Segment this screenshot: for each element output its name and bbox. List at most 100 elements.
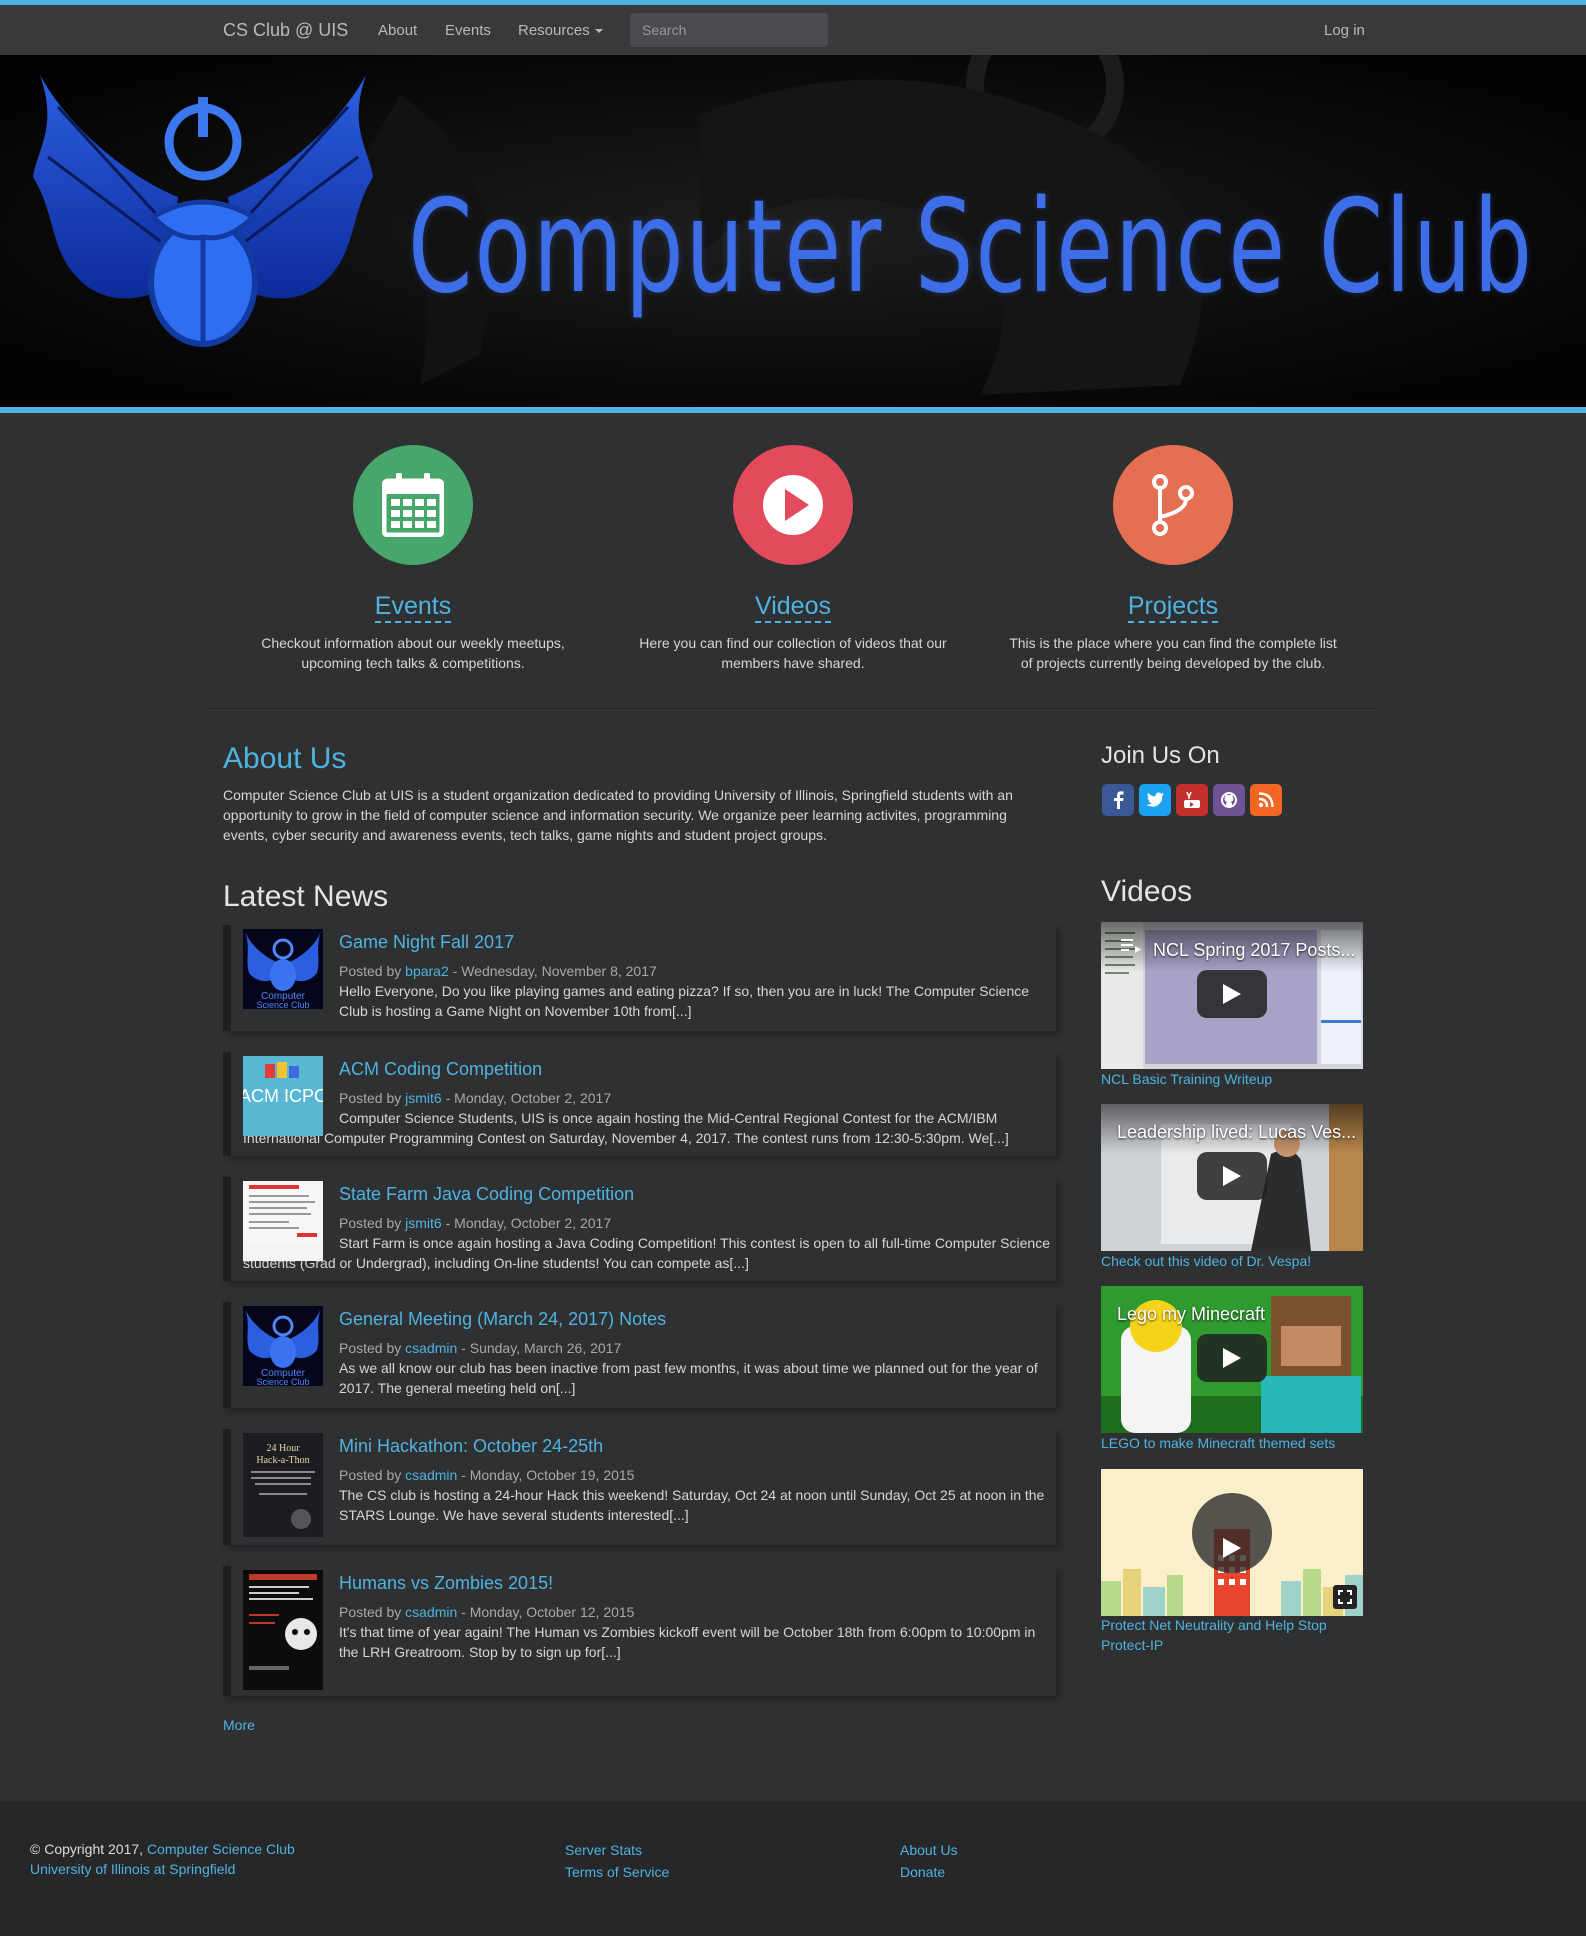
feature-events-desc: Checkout information about our weekly me…	[261, 635, 565, 671]
author-link[interactable]: jsmit6	[405, 1090, 442, 1106]
thumb-label: 24 Hour	[266, 1443, 300, 1454]
video-embed[interactable]	[1101, 1469, 1363, 1616]
news-title-link[interactable]: Humans vs Zombies 2015!	[339, 1572, 1056, 1594]
header-banner: Computer Science Club	[0, 55, 1586, 407]
news-thumbnail[interactable]: ACM ICPC	[243, 1056, 323, 1136]
thumb-label: Science Club	[256, 1377, 309, 1386]
author-link[interactable]: csadmin	[405, 1340, 457, 1356]
banner-title: Computer Science Club	[408, 173, 1535, 322]
news-excerpt: As we all know our club has been inactiv…	[339, 1360, 1038, 1396]
rss-icon[interactable]	[1250, 784, 1282, 816]
videos-title: Videos	[1101, 875, 1193, 908]
feature-videos-desc: Here you can find our collection of vide…	[639, 635, 947, 671]
nav-resources[interactable]: Resources	[518, 22, 603, 39]
facebook-icon[interactable]	[1102, 784, 1134, 816]
news-item: 24 Hour Hack-a-Thon Mini Hackathon: Octo…	[223, 1429, 1056, 1545]
about-text: Computer Science Club at UIS is a studen…	[223, 787, 1013, 843]
video-caption-link[interactable]: Protect Net Neutrality and Help Stop Pro…	[1101, 1615, 1363, 1655]
zombie-poster-icon	[243, 1570, 323, 1690]
feature-events: Events Checkout information about our we…	[243, 445, 583, 673]
brand-link[interactable]: CS Club @ UIS	[223, 20, 348, 41]
author-link[interactable]: bpara2	[405, 963, 449, 979]
author-link[interactable]: jsmit6	[405, 1215, 442, 1231]
post-date: - Monday, October 2, 2017	[441, 1090, 612, 1106]
news-thumbnail[interactable]: Computer Science Club	[243, 1306, 323, 1386]
search-input[interactable]	[630, 13, 828, 47]
footer-club-link[interactable]: Computer Science Club	[147, 1841, 295, 1857]
nav-resources-label: Resources	[518, 22, 590, 39]
section-divider	[208, 708, 1378, 710]
author-link[interactable]: csadmin	[405, 1467, 457, 1483]
feature-videos: Videos Here you can find our collection …	[623, 445, 963, 673]
more-news-link[interactable]: More	[223, 1717, 255, 1733]
feature-videos-circle[interactable]	[733, 445, 853, 565]
news-title-link[interactable]: General Meeting (March 24, 2017) Notes	[339, 1308, 1056, 1330]
hackathon-poster-icon: 24 Hour Hack-a-Thon	[243, 1433, 323, 1537]
branch-icon	[1152, 474, 1194, 536]
video-embed[interactable]: Lego my Minecraft	[1101, 1286, 1363, 1433]
news-title-link[interactable]: Mini Hackathon: October 24-25th	[339, 1435, 1056, 1457]
feature-projects-title[interactable]: Projects	[1127, 591, 1219, 623]
play-button[interactable]	[1197, 970, 1267, 1018]
login-link[interactable]: Log in	[1324, 22, 1365, 39]
news-thumbnail[interactable]: 24 Hour Hack-a-Thon	[243, 1433, 323, 1537]
nav-about[interactable]: About	[378, 22, 417, 39]
terms-link[interactable]: Terms of Service	[565, 1864, 669, 1880]
news-thumbnail[interactable]	[243, 1181, 323, 1261]
thumb-label: Science Club	[256, 1000, 309, 1009]
news-excerpt: Hello Everyone, Do you like playing game…	[339, 983, 1030, 1019]
feature-events-circle[interactable]	[353, 445, 473, 565]
news-title-link[interactable]: State Farm Java Coding Competition	[339, 1183, 1056, 1205]
news-excerpt: It's that time of year again! The Human …	[339, 1624, 1036, 1660]
github-icon[interactable]	[1213, 784, 1245, 816]
posted-by-label: Posted by	[339, 963, 402, 979]
play-icon	[1223, 1166, 1241, 1186]
play-button[interactable]	[1197, 1334, 1267, 1382]
feature-events-title[interactable]: Events	[374, 591, 452, 623]
post-date: - Monday, October 12, 2015	[457, 1604, 635, 1620]
news-item: State Farm Java Coding Competition Poste…	[223, 1177, 1056, 1281]
post-date: - Sunday, March 26, 2017	[457, 1340, 622, 1356]
feature-projects: Projects This is the place where you can…	[1003, 445, 1343, 673]
author-link[interactable]: csadmin	[405, 1604, 457, 1620]
footer-university-link[interactable]: University of Illinois at Springfield	[30, 1861, 235, 1877]
posted-by-label: Posted by	[339, 1090, 402, 1106]
video-title: Lego my Minecraft	[1117, 1304, 1266, 1324]
twitter-icon[interactable]	[1139, 784, 1171, 816]
video-embed[interactable]: Leadership lived: Lucas Ves...	[1101, 1104, 1363, 1251]
post-date: - Wednesday, November 8, 2017	[448, 963, 657, 979]
play-button[interactable]	[1211, 1527, 1253, 1569]
play-icon	[1223, 1348, 1241, 1368]
play-button[interactable]	[1197, 1152, 1267, 1200]
youtube-icon[interactable]	[1176, 784, 1208, 816]
posted-by-label: Posted by	[339, 1215, 402, 1231]
video-caption-link[interactable]: LEGO to make Minecraft themed sets	[1101, 1433, 1363, 1453]
calendar-icon	[382, 473, 444, 537]
posted-by-label: Posted by	[339, 1340, 402, 1356]
video-caption-link[interactable]: NCL Basic Training Writeup	[1101, 1069, 1363, 1089]
news-excerpt: The CS club is hosting a 24-hour Hack th…	[339, 1487, 1045, 1523]
acm-icpc-thumb-icon: ACM ICPC	[243, 1056, 323, 1126]
posted-by-label: Posted by	[339, 1467, 402, 1483]
news-thumbnail[interactable]	[243, 1570, 323, 1690]
posted-by-label: Posted by	[339, 1604, 402, 1620]
donate-link[interactable]: Donate	[900, 1864, 945, 1880]
fullscreen-icon[interactable]	[1333, 1585, 1357, 1609]
video-caption-link[interactable]: Check out this video of Dr. Vespa!	[1101, 1251, 1363, 1271]
server-stats-link[interactable]: Server Stats	[565, 1842, 642, 1858]
feature-projects-circle[interactable]	[1113, 445, 1233, 565]
play-icon	[763, 475, 823, 535]
news-title-link[interactable]: ACM Coding Competition	[339, 1058, 1056, 1080]
news-title-link[interactable]: Game Night Fall 2017	[339, 931, 1056, 953]
video-embed[interactable]: NCL Spring 2017 Posts...	[1101, 922, 1363, 1069]
news-item: Computer Science Club Game Night Fall 20…	[223, 925, 1056, 1031]
feature-videos-title[interactable]: Videos	[755, 591, 831, 623]
scarab-thumb-icon: Computer Science Club	[243, 1306, 323, 1386]
play-icon	[1223, 984, 1241, 1004]
news-thumbnail[interactable]: Computer Science Club	[243, 929, 323, 1009]
playlist-icon	[1121, 939, 1141, 953]
video-title: NCL Spring 2017 Posts...	[1153, 940, 1356, 960]
nav-events[interactable]: Events	[445, 22, 491, 39]
copyright-text: © Copyright 2017,	[30, 1841, 147, 1857]
footer-about-link[interactable]: About Us	[900, 1842, 958, 1858]
